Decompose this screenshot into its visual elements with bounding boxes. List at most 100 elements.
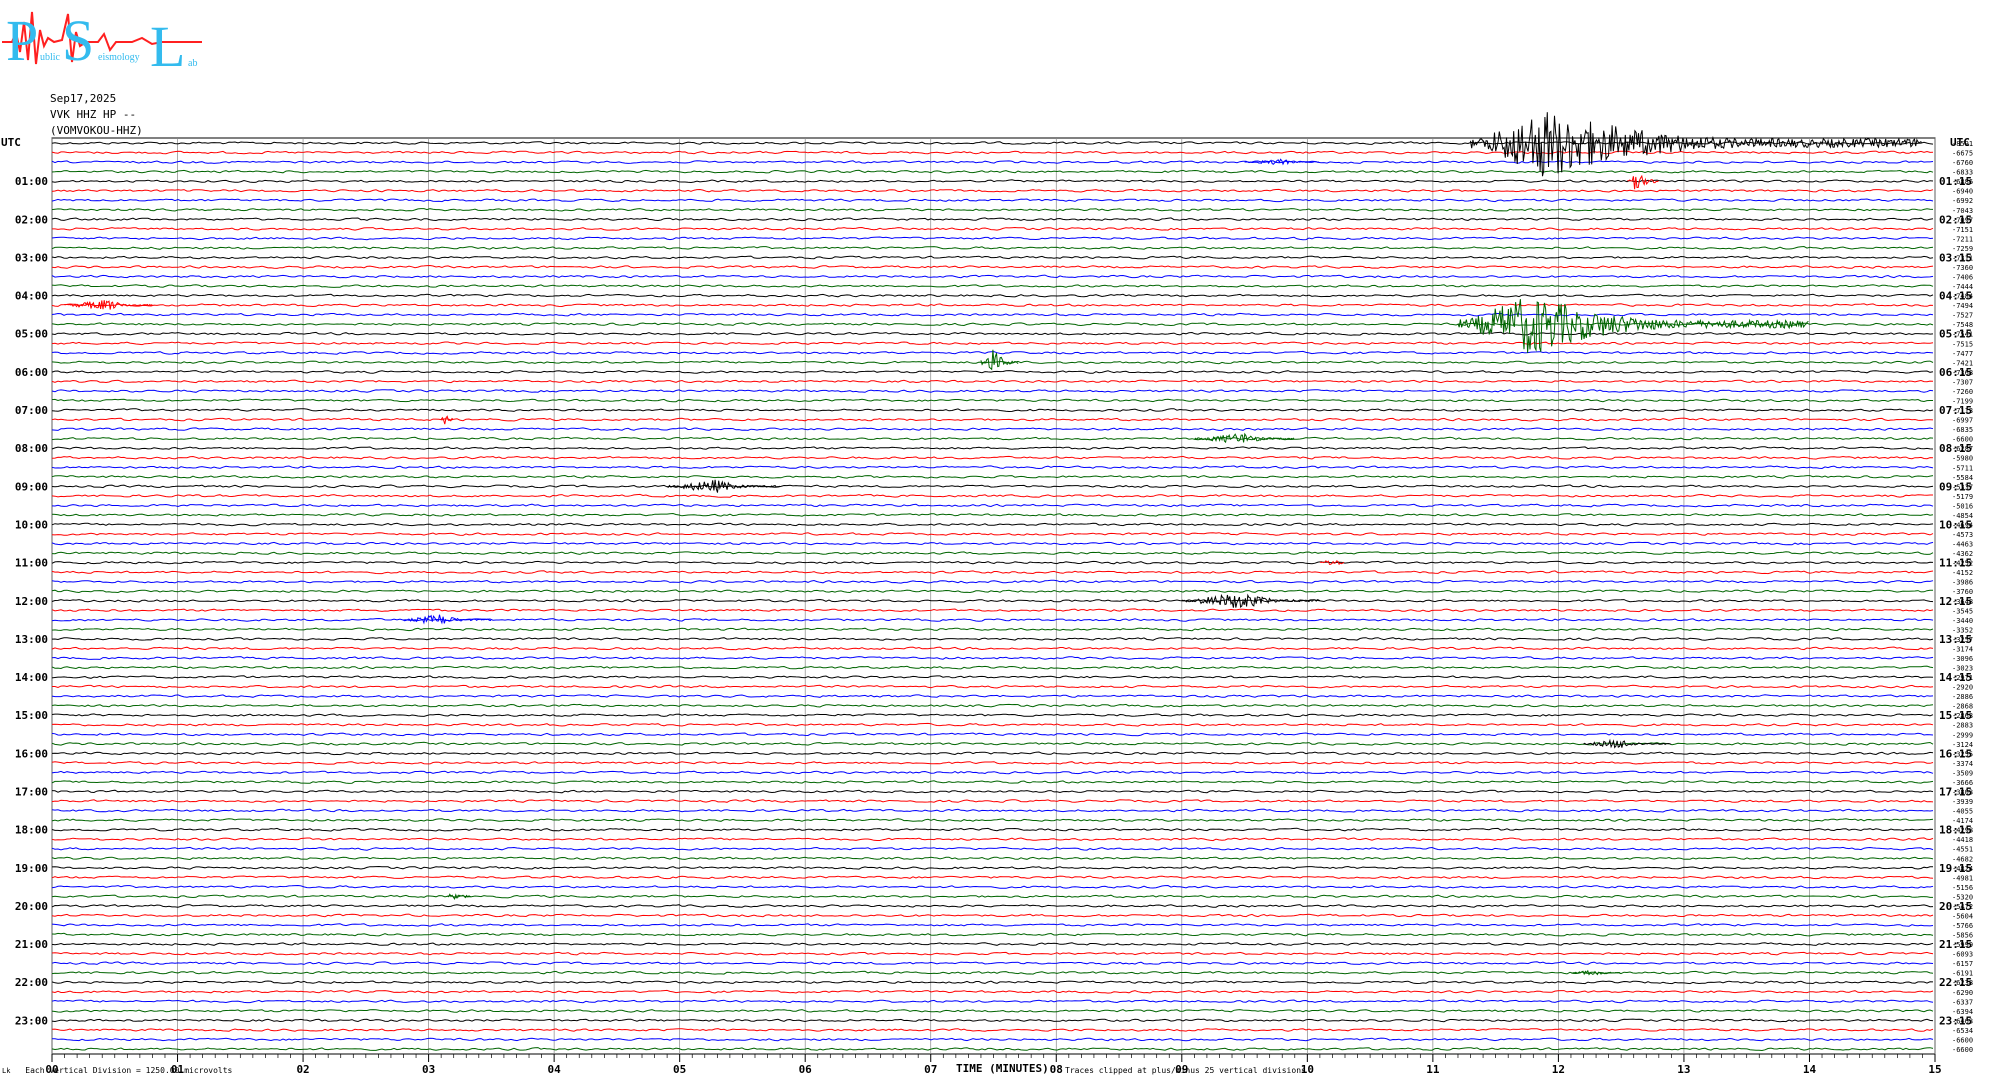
left-hour-label: 16:00 [15,747,48,760]
trace-offset-label: -5604 [1952,912,1973,920]
seismic-trace [51,617,1934,622]
seismic-trace [51,198,1934,203]
trace-offset-label: -4152 [1952,569,1973,577]
trace-offset-label: -6997 [1952,417,1973,425]
seismic-trace [51,837,1934,842]
left-hour-label: 08:00 [15,442,48,455]
trace-offset-label: -6940 [1952,188,1973,196]
x-tick-label: 12 [1552,1063,1565,1076]
seismic-trace [51,932,1934,937]
trace-offset-label: -6600 [1952,1046,1973,1054]
seismic-trace [51,532,1934,536]
right-hour-label: 13:15 [1939,633,1972,646]
trace-offset-label: -7406 [1952,274,1973,282]
trace-offset-label: -7527 [1952,312,1973,320]
clip-note: Traces clipped at plus/minus 25 vertical… [1065,1066,1306,1075]
trace-offset-label: -6992 [1952,197,1973,205]
trace-offset-label: -6675 [1952,150,1973,158]
seismic-event-burst [1627,174,1659,190]
seismic-trace [51,493,1933,498]
seismic-trace [51,732,1934,737]
seismic-trace [51,598,1934,603]
trace-offset-label: -7151 [1952,226,1973,234]
trace-offset-label: -3096 [1952,655,1973,663]
x-tick-label: 03 [422,1063,435,1076]
trace-offset-label: -5016 [1952,502,1973,510]
trace-offset-label: -2999 [1952,731,1973,739]
seismic-trace [51,341,1934,346]
right-hour-label: 21:15 [1939,938,1972,951]
left-hour-label: 17:00 [15,786,48,799]
left-hour-label: 18:00 [15,824,48,837]
seismic-trace [51,417,1934,422]
seismic-trace [52,684,1934,689]
helicorder-plot: 00 01 02 03 04 05 06 07 08 09 10 11 12 13 14 15-8591-66… [1,112,1973,1076]
seismic-trace [51,1047,1934,1052]
right-hour-label: 15:15 [1939,709,1972,722]
right-hour-label: 22:15 [1939,976,1972,989]
trace-offset-label: -2886 [1952,693,1973,701]
trace-offset-label: -2920 [1952,684,1973,692]
seismic-trace [51,913,1934,918]
trace-offset-label: -7307 [1952,378,1973,386]
seismic-trace [51,904,1934,908]
seismic-event-burst [1583,738,1672,749]
seismic-trace [51,503,1934,508]
left-hour-label: 12:00 [15,595,48,608]
seismic-trace [51,579,1934,584]
seismic-event-burst [1570,969,1621,976]
seismic-trace [51,322,1934,327]
seismic-trace [51,169,1934,174]
trace-offset-label: -7494 [1952,302,1973,310]
right-hour-label: 08:15 [1939,442,1972,455]
trace-offset-label: -4463 [1952,541,1973,549]
right-hour-label: 11:15 [1939,557,1972,570]
trace-offset-label: -3374 [1952,760,1973,768]
x-tick-label: 08 [1050,1063,1063,1076]
seismic-trace [51,646,1934,651]
trace-offset-label: -3986 [1952,579,1973,587]
seismic-trace [51,713,1934,718]
left-axis-title: UTC [1,136,21,149]
seismic-event-burst [403,614,492,625]
left-hour-label: 09:00 [15,480,48,493]
seismic-trace [51,551,1934,555]
right-hour-label: 12:15 [1939,595,1972,608]
right-hour-label: 14:15 [1939,671,1972,684]
trace-offset-label: -5766 [1952,922,1973,930]
trace-offset-label: -6534 [1952,1027,1973,1035]
trace-offset-label: -3545 [1952,607,1973,615]
trace-offset-label: -6290 [1952,989,1973,997]
trace-offset-label: -4573 [1952,531,1973,539]
seismic-trace [51,789,1934,794]
seismic-event-burst [1319,560,1345,566]
right-hour-label: 01:15 [1939,175,1972,188]
seismic-trace [51,875,1934,880]
seismic-trace [51,1018,1934,1023]
plot-frame [51,137,1936,1055]
trace-offset-label: -4418 [1952,836,1973,844]
right-hour-label: 23:15 [1939,1014,1972,1027]
seismic-trace [51,245,1934,250]
vertical-division-note: Each Vertical Division = 1250.00 microvo… [25,1066,233,1075]
seismic-trace [51,989,1934,994]
left-hour-label: 14:00 [15,671,48,684]
x-tick-label: 15 [1928,1063,1941,1076]
x-tick-label: 11 [1426,1063,1440,1076]
right-hour-label: 05:15 [1939,328,1972,341]
trace-offset-label: -4055 [1952,808,1973,816]
right-hour-label: 03:15 [1939,251,1972,264]
left-hour-label: 04:00 [15,290,48,303]
right-hour-label: 17:15 [1939,786,1972,799]
seismic-trace [51,980,1934,985]
right-hour-label: 19:15 [1939,862,1972,875]
left-hour-label: 19:00 [15,862,48,875]
seismic-trace [51,207,1934,212]
seismic-trace [51,770,1934,775]
left-hour-label: 10:00 [15,518,48,531]
seismic-trace [51,484,1934,489]
right-hour-label: 02:15 [1939,213,1972,226]
right-hour-label: 07:15 [1939,404,1972,417]
x-tick-label: 04 [548,1063,562,1076]
left-hour-label: 06:00 [15,366,48,379]
